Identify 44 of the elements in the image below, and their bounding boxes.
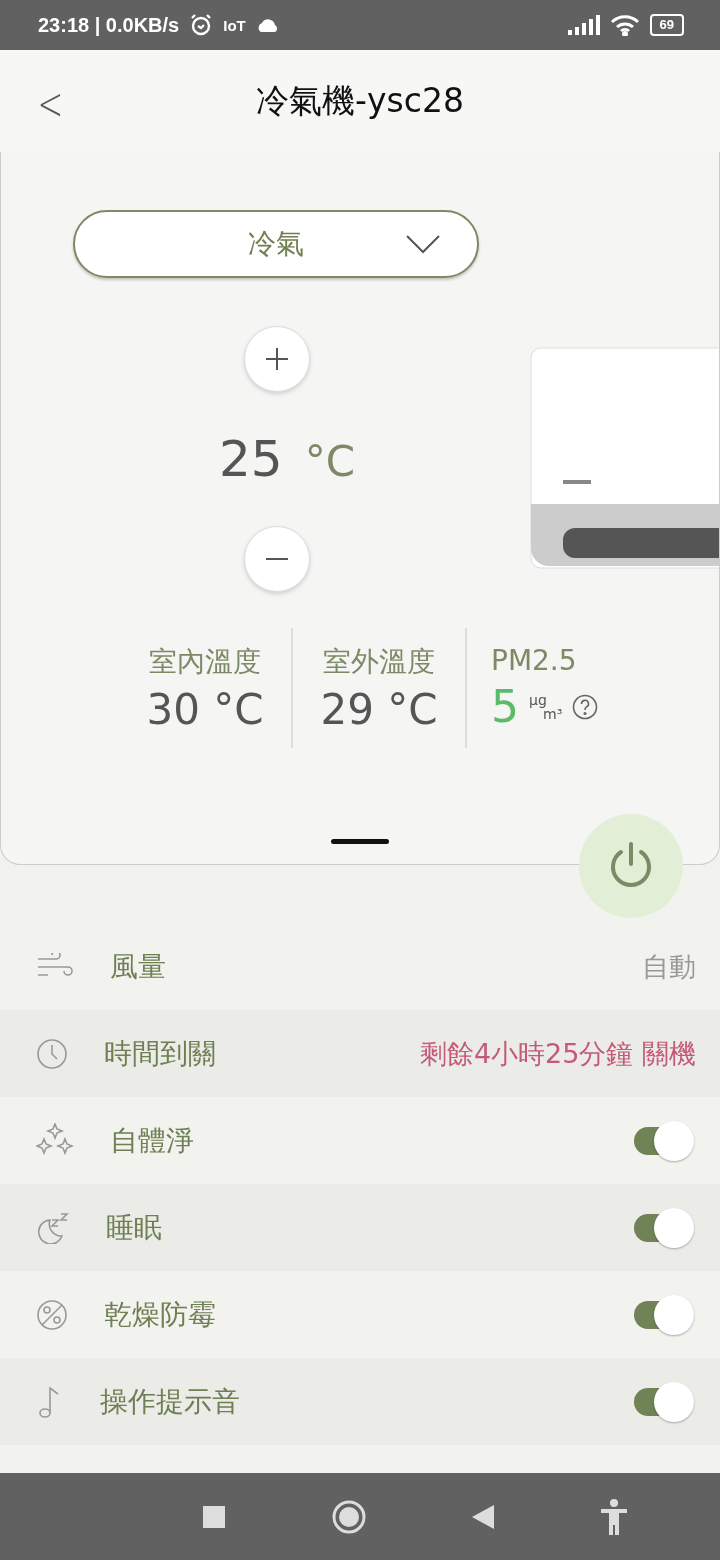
- moon-icon: [36, 1211, 70, 1244]
- setting-label: 操作提示音: [100, 1383, 241, 1420]
- help-icon[interactable]: [572, 693, 599, 720]
- iot-icon: IoT: [223, 16, 246, 34]
- setting-value: 剩餘4小時25分鐘 關機: [419, 1036, 696, 1071]
- pm25-value: 5: [491, 681, 519, 732]
- battery-icon: 69: [649, 14, 684, 36]
- setting-label: 自體淨: [110, 1122, 195, 1159]
- temperature-unit: °C: [304, 437, 355, 486]
- accessibility-icon[interactable]: [600, 1498, 627, 1535]
- back-triangle-icon[interactable]: [472, 1504, 495, 1529]
- setting-row[interactable]: 操作提示音: [0, 1358, 720, 1445]
- chevron-down-icon: [405, 234, 441, 254]
- stat-label: 室外溫度: [323, 643, 435, 680]
- square-icon[interactable]: [203, 1505, 226, 1528]
- setting-row[interactable]: 睡眠: [0, 1184, 720, 1271]
- plus-icon: [266, 348, 288, 370]
- home-circle-icon[interactable]: [331, 1499, 366, 1534]
- setting-value: 自動: [642, 949, 696, 984]
- setting-label: 時間到關: [104, 1035, 217, 1072]
- power-icon: [609, 842, 653, 890]
- stat-label: PM2.5: [491, 644, 577, 677]
- mode-dropdown[interactable]: 冷氣: [73, 210, 479, 278]
- mold-icon: [36, 1298, 68, 1331]
- setting-label: 風量: [110, 948, 167, 985]
- target-temperature: 25: [219, 430, 283, 488]
- clock-icon: [36, 1037, 68, 1070]
- wifi-icon: [609, 14, 640, 36]
- setting-label: 乾燥防霉: [104, 1296, 217, 1333]
- status-time: 23:18 | 0.0KB/s: [38, 13, 180, 37]
- drag-handle[interactable]: [331, 839, 389, 844]
- setting-row[interactable]: 風量 自動: [0, 923, 720, 1010]
- back-button[interactable]: <: [33, 78, 68, 129]
- setting-label: 睡眠: [106, 1209, 163, 1246]
- stat-label: 室內溫度: [149, 643, 261, 680]
- setting-row[interactable]: 時間到關 剩餘4小時25分鐘 關機: [0, 1010, 720, 1097]
- stat-value: 30 °C: [146, 684, 264, 734]
- minus-icon: [266, 558, 288, 560]
- setting-row[interactable]: 乾燥防霉: [0, 1271, 720, 1358]
- pm25-unit: µg m³: [529, 692, 563, 721]
- page-title: 冷氣機-ysc28: [256, 79, 464, 122]
- stat-value: 29 °C: [320, 684, 438, 734]
- signal-icon: [567, 15, 600, 35]
- setting-row[interactable]: 自體淨: [0, 1097, 720, 1184]
